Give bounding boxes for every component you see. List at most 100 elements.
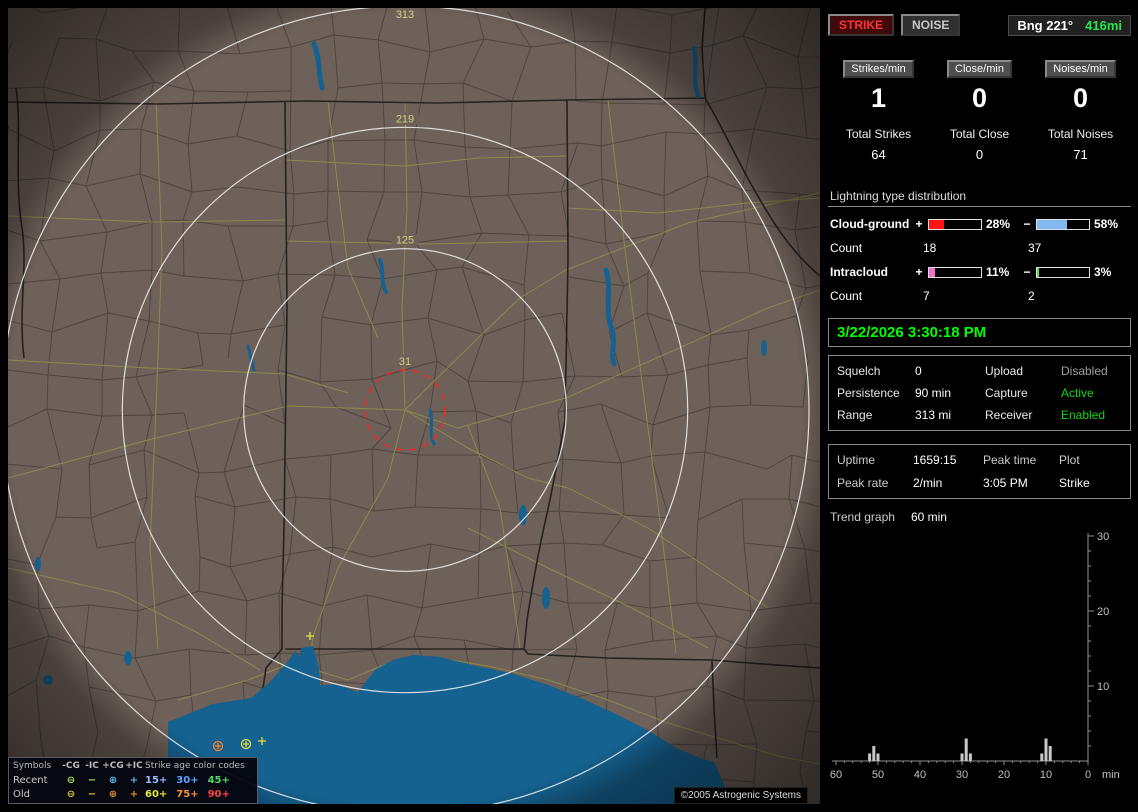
plus-cg-icon: ⊕ [108, 789, 118, 800]
lightning-map[interactable]: 313 219 125 31 Symbols -CG -IC +CG +IC Stri… [8, 8, 820, 804]
persistence-value: 90 min [915, 386, 952, 400]
range-label: Range [837, 408, 873, 422]
upload-status: Disabled [1061, 364, 1108, 378]
strikes-per-min-column: Strikes/min 1 Total Strikes 64 [828, 60, 929, 162]
noises-per-min-value: 0 [1072, 83, 1089, 113]
trend-bar [968, 753, 972, 761]
strike-mode-button[interactable]: STRIKE [828, 14, 895, 36]
trend-x-tick-label: 0 [1085, 769, 1091, 781]
noises-per-min-column: Noises/min 0 Total Noises 71 [1030, 60, 1131, 162]
plus-ic-icon: + [129, 775, 139, 786]
trend-x-axis-unit: min [1102, 769, 1120, 781]
uptime-value: 1659:15 [913, 453, 957, 467]
age-code: 75+ [176, 789, 199, 800]
total-close-value: 0 [975, 147, 984, 162]
receiver-status: Enabled [1061, 408, 1106, 422]
ic-plus-percent: 11% [986, 265, 1010, 279]
minus-sign: − [1023, 265, 1031, 279]
strikes-per-min-button[interactable]: Strikes/min [843, 60, 914, 78]
bearing-value: Bng 221° [1017, 17, 1074, 33]
peak-time-label: Peak time [983, 453, 1037, 467]
rate-section: Strikes/min 1 Total Strikes 64 Close/min… [828, 60, 1131, 162]
strikes-per-min-value: 1 [870, 83, 887, 113]
age-code: 45+ [207, 775, 230, 786]
minus-cg-icon: ⊖ [66, 789, 76, 800]
range-ring-label: 31 [399, 356, 411, 368]
cloud-ground-label: Cloud-ground [830, 217, 910, 231]
trend-bar [1048, 746, 1052, 761]
ic-minus-bar [1036, 266, 1090, 278]
trend-x-tick-label: 60 [830, 769, 842, 781]
legend-row-label: Old [13, 789, 30, 800]
peak-rate-value: 2/min [913, 476, 943, 490]
trend-x-tick-label: 40 [914, 769, 926, 781]
age-code: 60+ [145, 789, 168, 800]
close-per-min-button[interactable]: Close/min [947, 60, 1012, 78]
copyright-notice: ©2005 Astrogenic Systems [673, 787, 808, 804]
settings-panel: Squelch 0 Upload Disabled Persistence 90… [828, 355, 1131, 431]
cg-plus-count: 18 [923, 241, 937, 255]
plus-sign: + [915, 265, 923, 279]
control-panel: STRIKE NOISE Bng 221° 416mi Strikes/min … [828, 8, 1131, 804]
range-value: 313 mi [915, 408, 952, 422]
trend-graph-canvas: 10 20 30 60 50 40 30 20 10 0 min [830, 531, 1120, 781]
cg-plus-bar [928, 218, 982, 230]
trend-bar [876, 753, 880, 761]
upload-label: Upload [985, 364, 1024, 378]
legend-age-header: Strike age color codes [145, 761, 245, 771]
cg-minus-bar [1036, 218, 1090, 230]
squelch-label: Squelch [837, 364, 881, 378]
trend-y-tick-label: 10 [1097, 681, 1109, 693]
count-label: Count [830, 289, 863, 303]
lightning-type-distribution: Lightning type distribution Cloud-ground… [828, 189, 1131, 303]
cg-plus-bar-fill [929, 219, 944, 229]
nexstorm-window: 313 219 125 31 Symbols -CG -IC +CG +IC Stri… [0, 0, 1138, 812]
ic-plus-bar [928, 266, 982, 278]
capture-label: Capture [985, 386, 1028, 400]
legend-symbols-header: Symbols [13, 761, 52, 771]
trend-y-tick-label: 30 [1097, 531, 1109, 543]
intracloud-row: Intracloud + 11% − 3% [828, 265, 1131, 279]
plus-cg-icon: ⊕ [108, 775, 118, 786]
age-code: 15+ [145, 775, 168, 786]
cg-minus-count: 37 [1028, 241, 1042, 255]
total-strikes-value: 64 [871, 147, 886, 162]
distribution-title: Lightning type distribution [828, 189, 1131, 207]
trend-bar [960, 753, 964, 761]
trend-x-tick-label: 20 [998, 769, 1010, 781]
ic-minus-count: 2 [1028, 289, 1035, 303]
persistence-label: Persistence [837, 386, 900, 400]
ic-minus-bar-fill [1037, 267, 1039, 277]
ic-plus-count: 7 [923, 289, 930, 303]
range-ring-label: 313 [396, 9, 414, 21]
noise-mode-button[interactable]: NOISE [901, 14, 961, 36]
noises-per-min-button[interactable]: Noises/min [1045, 60, 1116, 78]
minus-sign: − [1023, 217, 1031, 231]
range-ring-label: 219 [396, 113, 414, 125]
trend-y-tick-label: 20 [1097, 606, 1109, 618]
cg-plus-percent: 28% [986, 217, 1011, 231]
bearing-indicator: Bng 221° 416mi [1008, 14, 1131, 36]
intracloud-label: Intracloud [830, 265, 889, 279]
trend-x-tick-label: 10 [1040, 769, 1052, 781]
age-code: 30+ [176, 775, 199, 786]
datetime-display: 3/22/2026 3:30:18 PM [828, 318, 1131, 347]
cloud-ground-count-row: Count 18 37 [828, 241, 1131, 255]
plus-sign: + [915, 217, 923, 231]
range-ring-label: 125 [396, 235, 414, 247]
status-panel: Uptime 1659:15 Peak time Plot Peak rate … [828, 444, 1131, 499]
bearing-distance: 416mi [1085, 17, 1122, 33]
legend-type-header: -CG [62, 761, 80, 771]
trend-x-tick-label: 30 [956, 769, 968, 781]
minus-cg-icon: ⊖ [66, 775, 76, 786]
count-label: Count [830, 241, 863, 255]
legend-row-label: Recent [13, 775, 48, 786]
close-per-min-value: 0 [971, 83, 988, 113]
trend-x-tick-label: 50 [872, 769, 884, 781]
total-noises-label: Total Noises [1047, 127, 1114, 141]
close-per-min-column: Close/min 0 Total Close 0 [929, 60, 1030, 162]
intracloud-count-row: Count 7 2 [828, 289, 1131, 303]
peak-time-value: 3:05 PM [983, 476, 1028, 490]
plot-value: Strike [1059, 476, 1090, 490]
ic-minus-percent: 3% [1094, 265, 1112, 279]
